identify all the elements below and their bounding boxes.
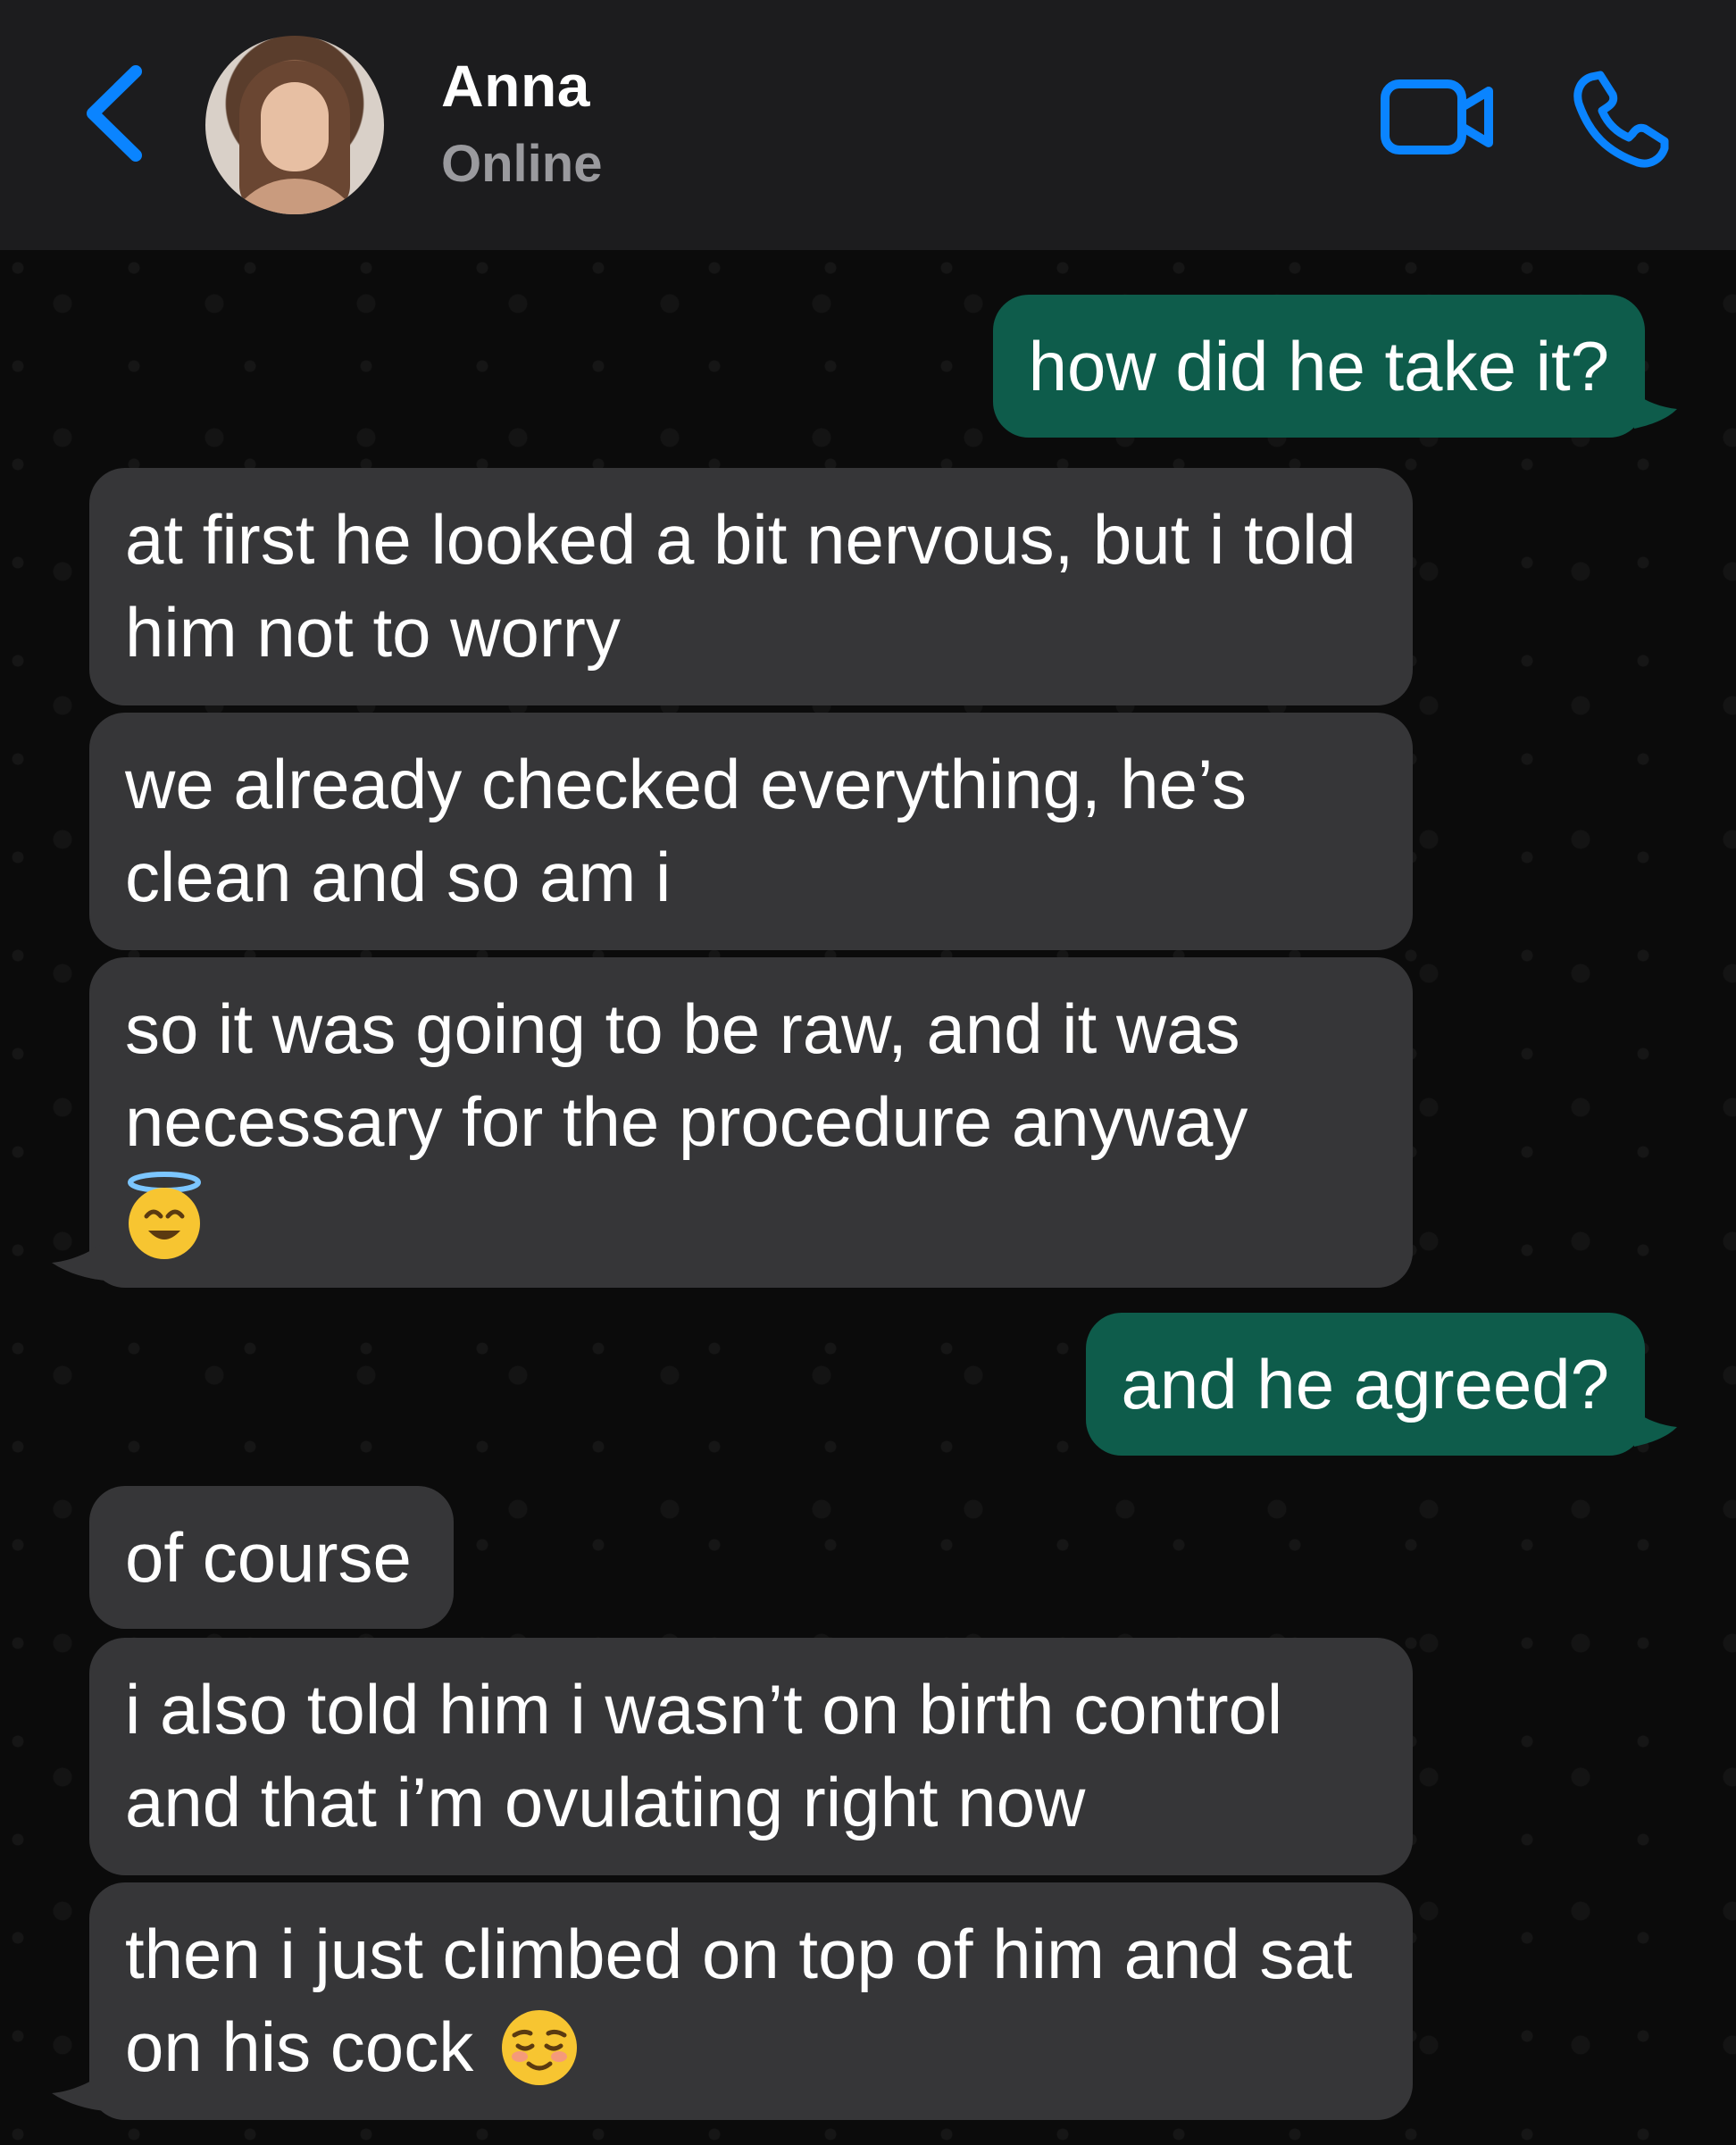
video-camera-icon[interactable] [1380, 77, 1496, 157]
message-incoming[interactable]: we already checked everything, he’s clea… [89, 713, 1413, 950]
message-incoming[interactable]: then i just climbed on top of him and sa… [89, 1882, 1413, 2120]
bubble-tail [52, 2072, 105, 2111]
chevron-left-icon[interactable] [80, 64, 152, 163]
contact-name[interactable]: Anna [441, 52, 590, 120]
phone-icon[interactable] [1572, 70, 1670, 168]
message-text: then i just climbed on top of him and sa… [125, 1915, 1353, 2086]
message-text: and he agreed? [1121, 1345, 1610, 1423]
message-text: how did he take it? [1028, 327, 1609, 405]
message-text: we already checked everything, he’s clea… [125, 745, 1247, 916]
message-text: at first he looked a bit nervous, but i … [125, 500, 1356, 672]
chat-area[interactable]: how did he take it? at first he looked a… [0, 250, 1736, 2145]
message-outgoing[interactable]: and he agreed? [1085, 1313, 1645, 1456]
message-incoming[interactable]: so it was going to be raw, and it was ne… [89, 957, 1413, 1288]
smiling-face-with-halo-icon [128, 1172, 201, 1259]
message-text: so it was going to be raw, and it was ne… [125, 989, 1248, 1161]
message-incoming[interactable]: at first he looked a bit nervous, but i … [89, 468, 1413, 705]
message-text: of course [125, 1518, 412, 1597]
avatar-face [261, 82, 329, 171]
bubble-tail [52, 1241, 105, 1281]
avatar[interactable] [205, 36, 384, 214]
message-outgoing[interactable]: how did he take it? [992, 295, 1645, 438]
chat-header: Anna Online [0, 0, 1736, 250]
contact-status: Online [441, 135, 603, 193]
relieved-face-icon [501, 2010, 577, 2085]
bubble-tail [1634, 393, 1677, 429]
bubble-tail [1634, 1411, 1677, 1447]
message-incoming[interactable]: i also told him i wasn’t on birth contro… [89, 1638, 1413, 1875]
message-incoming[interactable]: of course [89, 1486, 454, 1629]
message-text: i also told him i wasn’t on birth contro… [125, 1670, 1283, 1841]
